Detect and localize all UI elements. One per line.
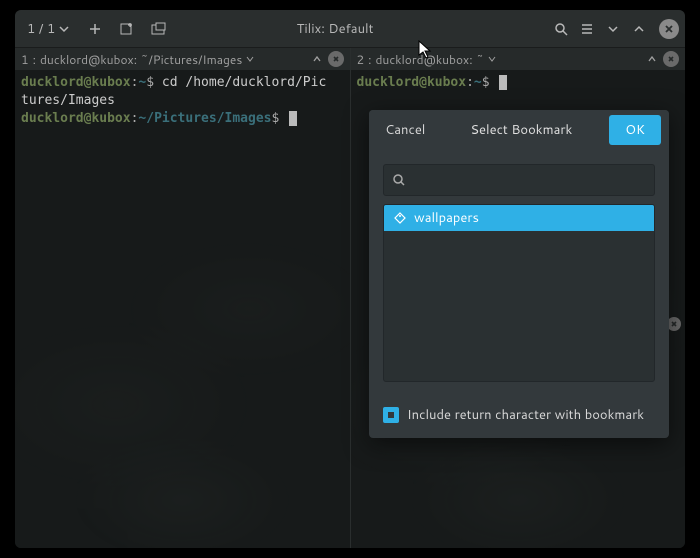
cursor (499, 75, 507, 90)
search-icon (554, 22, 568, 36)
maximize-icon (633, 23, 645, 35)
chevron-down-icon (488, 55, 496, 63)
prompt-dollar: $ (482, 75, 490, 90)
tag-icon (394, 212, 406, 224)
include-return-label: Include return character with bookmark (407, 406, 644, 424)
minimize-button[interactable] (601, 17, 625, 41)
headerbar-right (549, 17, 679, 41)
dialog-title: Select Bookmark (441, 121, 601, 139)
headerbar-left: 1 / 1 (21, 17, 171, 41)
include-return-checkbox[interactable] (383, 407, 399, 423)
prompt-host: kubox (427, 75, 466, 90)
prompt-host: kubox (91, 111, 130, 126)
dialog-body: wallpapers (369, 150, 669, 396)
left-terminal[interactable]: ducklord@kubox:~$ cd /home/ducklord/Pic … (15, 70, 350, 548)
left-tab-close[interactable] (328, 51, 344, 67)
close-window-button[interactable] (659, 19, 679, 39)
prompt-at: @ (419, 75, 427, 90)
right-tab-close[interactable] (663, 51, 679, 67)
prompt-user: ducklord (21, 111, 84, 126)
session-switcher[interactable]: 1 / 1 (21, 20, 75, 38)
maximize-button[interactable] (627, 17, 651, 41)
window-title: Tilix: Default (175, 20, 545, 38)
command-text: tures/Images (21, 93, 115, 108)
prompt-path: ~/Pictures/Images (138, 111, 271, 126)
new-session-button[interactable] (115, 17, 139, 41)
left-pane-tabbar: 1: ducklord@kubox: ~/Pictures/Images (15, 48, 350, 70)
prompt-sep: : (466, 75, 474, 90)
prompt-dollar: $ (271, 111, 279, 126)
right-tab[interactable]: 2: ducklord@kubox: ~ (357, 51, 642, 68)
dialog-header: Cancel Select Bookmark OK (369, 110, 669, 150)
select-bookmark-dialog: Cancel Select Bookmark OK wallpapers Inc… (369, 110, 669, 438)
left-tab[interactable]: 1: ducklord@kubox: ~/Pictures/Images (21, 51, 306, 68)
prompt-user: ducklord (357, 75, 420, 90)
pane-left: 1: ducklord@kubox: ~/Pictures/Images duc… (15, 48, 351, 548)
headerbar: 1 / 1 Tilix: Default (15, 10, 685, 48)
bookmark-list: wallpapers (383, 204, 655, 382)
chevron-down-icon (59, 24, 69, 34)
minimize-icon (607, 23, 619, 35)
dialog-footer: Include return character with bookmark (369, 396, 669, 438)
chevron-up-icon[interactable] (312, 54, 322, 64)
bookmark-search[interactable] (383, 164, 655, 196)
right-pane-tabbar: 2: ducklord@kubox: ~ (351, 48, 686, 70)
ok-button[interactable]: OK (609, 115, 661, 145)
tab-index: 1 (21, 51, 29, 68)
close-icon (664, 24, 674, 34)
layout-button[interactable] (147, 17, 171, 41)
search-icon (392, 173, 406, 187)
tab-title-text: ducklord@kubox: ~ (375, 51, 484, 68)
split-icon (151, 22, 167, 36)
cursor (289, 111, 297, 126)
menu-button[interactable] (575, 17, 599, 41)
tab-title-text: ducklord@kubox: ~/Pictures/Images (40, 51, 242, 68)
close-icon (332, 55, 340, 63)
plus-icon (88, 22, 102, 36)
bookmark-search-input[interactable] (414, 173, 646, 188)
prompt-dollar: $ (146, 75, 154, 90)
bookmark-label: wallpapers (414, 209, 479, 227)
session-count: 1 / 1 (27, 20, 55, 38)
add-terminal-button[interactable] (83, 17, 107, 41)
close-icon (667, 55, 675, 63)
prompt-path: ~ (474, 75, 482, 90)
close-icon (670, 320, 678, 328)
bookmark-item[interactable]: wallpapers (384, 205, 654, 231)
tab-index: 2 (357, 51, 365, 68)
pane-close-button[interactable] (667, 317, 681, 331)
prompt-host: kubox (91, 75, 130, 90)
new-tab-icon (120, 22, 134, 36)
hamburger-icon (580, 22, 594, 36)
chevron-down-icon (246, 55, 254, 63)
search-button[interactable] (549, 17, 573, 41)
chevron-up-icon[interactable] (647, 54, 657, 64)
cancel-button[interactable]: Cancel (377, 115, 433, 145)
command-text: cd /home/ducklord/Pic (162, 75, 326, 90)
prompt-user: ducklord (21, 75, 84, 90)
